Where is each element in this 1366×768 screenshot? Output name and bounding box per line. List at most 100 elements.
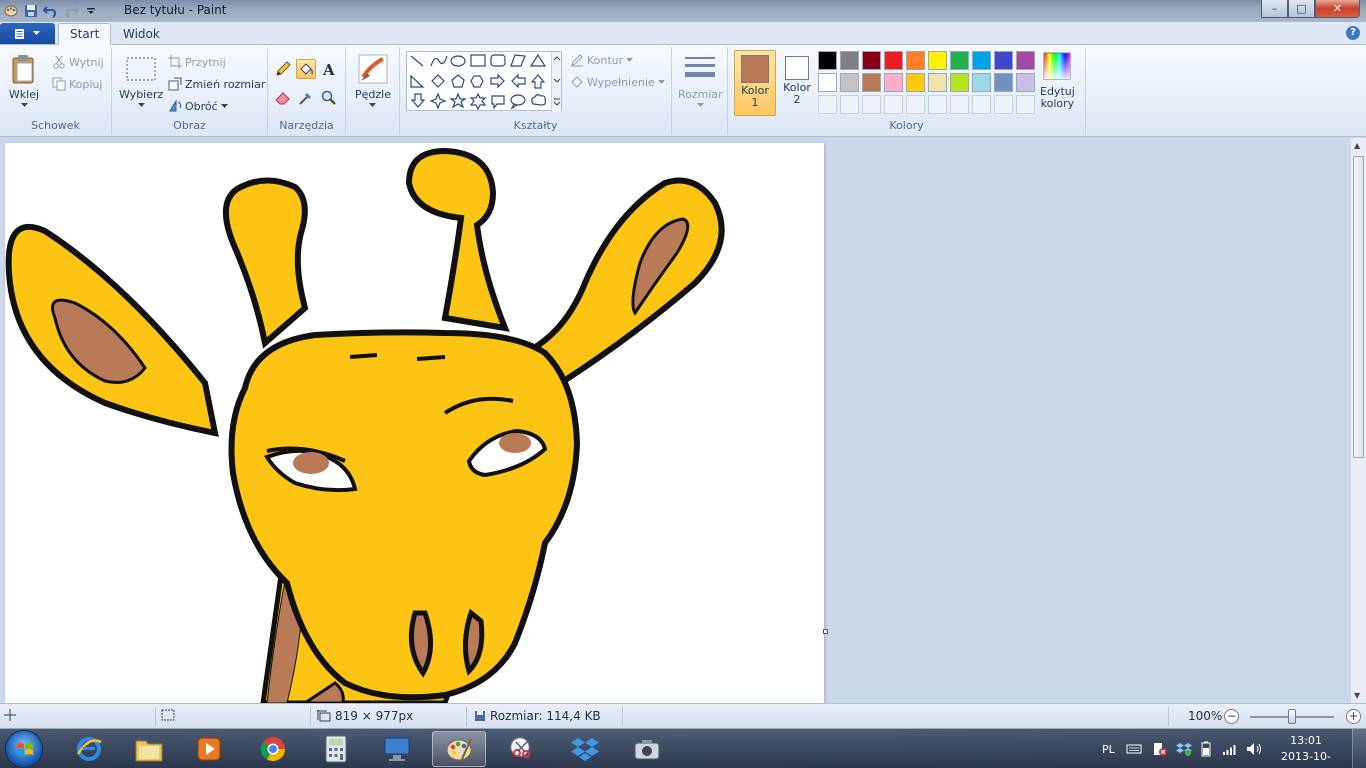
taskbar-explorer[interactable]: [122, 731, 176, 767]
brushes-button[interactable]: Pędzle: [355, 53, 391, 108]
taskbar-snipping-tool[interactable]: [495, 731, 549, 767]
tray-dropbox-icon[interactable]: [1176, 729, 1192, 768]
palette-custom-slot[interactable]: [906, 95, 925, 114]
palette-custom-slot[interactable]: [840, 95, 859, 114]
paste-button[interactable]: Wklej: [8, 53, 40, 108]
triangle-shape[interactable]: [529, 53, 547, 67]
up-arrow-shape[interactable]: [530, 74, 546, 89]
redo-icon[interactable]: [62, 2, 80, 20]
curve-shape[interactable]: [430, 55, 448, 67]
text-tool[interactable]: A: [319, 59, 339, 79]
zoom-slider-thumb[interactable]: [1288, 709, 1296, 724]
action-center-icon[interactable]: [1152, 729, 1168, 768]
keyboard-icon[interactable]: [1126, 729, 1142, 768]
pencil-tool[interactable]: [273, 59, 293, 79]
fill-button[interactable]: Wypełnienie: [570, 75, 665, 89]
taskbar-camera-app[interactable]: [620, 731, 674, 767]
zoom-out-button[interactable]: −: [1224, 709, 1239, 724]
four-point-star-shape[interactable]: [429, 92, 447, 110]
copy-button[interactable]: Kopiuj: [52, 77, 102, 91]
eraser-tool[interactable]: [273, 88, 293, 108]
palette-color[interactable]: [1016, 73, 1035, 92]
palette-color[interactable]: [818, 73, 837, 92]
customize-qat-icon[interactable]: [82, 2, 100, 20]
palette-color[interactable]: [862, 51, 881, 70]
help-button[interactable]: ?: [1346, 26, 1360, 40]
taskbar-media-player[interactable]: [182, 731, 236, 767]
outline-button[interactable]: Kontur: [570, 53, 634, 67]
drawing-canvas[interactable]: [5, 143, 824, 703]
undo-icon[interactable]: [42, 2, 60, 20]
polygon-shape[interactable]: [510, 54, 526, 67]
vertical-scrollbar[interactable]: ▲ ▼: [1350, 138, 1366, 703]
diamond-shape[interactable]: [431, 74, 445, 88]
canvas-resize-handle[interactable]: [823, 629, 828, 634]
pentagon-shape[interactable]: [451, 74, 465, 88]
shapes-gallery-scroll[interactable]: [551, 52, 561, 112]
palette-custom-slot[interactable]: [862, 95, 881, 114]
scroll-thumb[interactable]: [1353, 156, 1364, 458]
oval-callout-shape[interactable]: [510, 94, 526, 110]
palette-color[interactable]: [884, 51, 903, 70]
fill-tool[interactable]: [296, 59, 316, 79]
paint-app-icon[interactable]: [2, 2, 20, 20]
crop-button[interactable]: Przytnij: [168, 55, 226, 69]
six-point-star-shape[interactable]: [469, 92, 487, 111]
magnifier-tool[interactable]: [319, 88, 339, 108]
rectangle-shape[interactable]: [470, 54, 486, 67]
taskbar-remote-desktop[interactable]: [370, 731, 424, 767]
palette-color[interactable]: [840, 51, 859, 70]
taskbar-clock[interactable]: 13:01 2013-10-31: [1276, 733, 1336, 768]
scroll-up-icon[interactable]: ▲: [1354, 141, 1360, 150]
tab-widok[interactable]: Widok: [112, 23, 171, 45]
palette-color[interactable]: [972, 51, 991, 70]
color2-button[interactable]: Kolor 2: [777, 50, 817, 116]
right-triangle-shape[interactable]: [410, 74, 425, 88]
resize-button[interactable]: Zmień rozmiar: [168, 77, 265, 91]
palette-color[interactable]: [862, 73, 881, 92]
palette-color[interactable]: [950, 51, 969, 70]
oval-shape[interactable]: [450, 55, 466, 67]
palette-color[interactable]: [884, 73, 903, 92]
palette-custom-slot[interactable]: [994, 95, 1013, 114]
palette-custom-slot[interactable]: [884, 95, 903, 114]
zoom-in-button[interactable]: +: [1346, 709, 1361, 724]
five-point-star-shape[interactable]: [449, 92, 467, 109]
palette-color[interactable]: [818, 51, 837, 70]
rounded-callout-shape[interactable]: [491, 95, 505, 110]
start-button[interactable]: [5, 730, 43, 768]
palette-color[interactable]: [972, 73, 991, 92]
right-arrow-shape[interactable]: [490, 73, 505, 89]
cut-button[interactable]: Wytnij: [52, 55, 104, 69]
color1-button[interactable]: Kolor 1: [734, 50, 776, 116]
palette-custom-slot[interactable]: [928, 95, 947, 114]
rounded-rectangle-shape[interactable]: [490, 54, 506, 67]
volume-icon[interactable]: [1246, 729, 1264, 768]
hexagon-shape[interactable]: [470, 75, 484, 88]
taskbar-dropbox[interactable]: [558, 731, 612, 767]
close-button[interactable]: ✕: [1315, 0, 1360, 18]
taskbar-internet-explorer[interactable]: [62, 731, 116, 767]
taskbar-calculator[interactable]: [309, 731, 363, 767]
palette-color[interactable]: [1016, 51, 1035, 70]
palette-custom-slot[interactable]: [1016, 95, 1035, 114]
down-arrow-shape[interactable]: [410, 93, 426, 108]
line-shape[interactable]: [410, 55, 424, 67]
paint-menu-button[interactable]: [0, 23, 55, 44]
tab-start[interactable]: Start: [58, 23, 112, 45]
rotate-button[interactable]: Obróć: [168, 99, 228, 113]
scroll-down-icon[interactable]: ▼: [1354, 691, 1360, 700]
palette-custom-slot[interactable]: [950, 95, 969, 114]
edit-colors-button[interactable]: Edytuj kolory: [1040, 51, 1075, 110]
palette-custom-slot[interactable]: [818, 95, 837, 114]
select-button[interactable]: Wybierz: [119, 53, 163, 108]
palette-color[interactable]: [928, 51, 947, 70]
color-picker-tool[interactable]: [296, 88, 316, 108]
save-icon[interactable]: [22, 2, 40, 20]
palette-color[interactable]: [950, 73, 969, 92]
palette-color[interactable]: [928, 73, 947, 92]
maximize-button[interactable]: □: [1288, 0, 1315, 18]
palette-custom-slot[interactable]: [972, 95, 991, 114]
palette-color[interactable]: [906, 73, 925, 92]
show-desktop-button[interactable]: [1352, 729, 1366, 768]
